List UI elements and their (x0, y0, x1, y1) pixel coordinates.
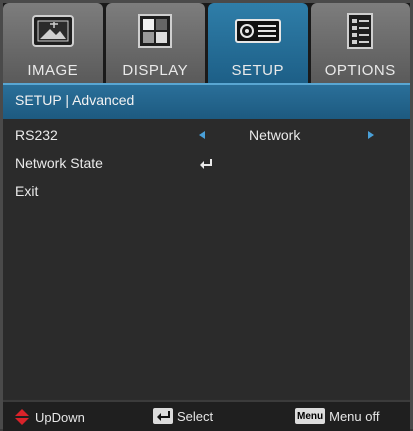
arrow-left-icon[interactable] (199, 131, 205, 139)
settings-list: RS232 Network Network State Exit (3, 119, 410, 399)
tab-options[interactable]: OPTIONS (310, 3, 410, 83)
image-icon (29, 11, 77, 51)
menu-title-bar: SETUP | Advanced (3, 83, 410, 119)
menu-key-icon: Menu (295, 408, 326, 424)
setting-value-rs232: Network (249, 127, 301, 143)
projector-icon (234, 11, 282, 51)
display-icon (131, 11, 179, 51)
updown-icon (15, 409, 29, 425)
tab-display-label: DISPLAY (122, 62, 189, 79)
tab-setup-label: SETUP (231, 62, 284, 79)
tab-setup[interactable]: SETUP (208, 3, 308, 83)
tab-image-label: IMAGE (27, 62, 79, 79)
page-title: SETUP | Advanced (15, 92, 135, 108)
hint-updown-label: UpDown (35, 409, 85, 425)
hint-menu-label: Menu off (329, 408, 380, 424)
hint-select-label: Select (177, 408, 214, 424)
hint-updown: UpDown (13, 408, 85, 426)
enter-key-icon (153, 408, 173, 424)
options-icon (336, 11, 384, 51)
setting-label-exit: Exit (15, 183, 39, 199)
arrow-right-icon[interactable] (368, 131, 374, 139)
tab-display[interactable]: DISPLAY (105, 3, 205, 83)
enter-icon[interactable] (199, 157, 213, 169)
setting-label-rs232: RS232 (15, 127, 58, 143)
osd-menu: IMAGE DISPLAY SETUP OPTIONS SETUP | Adva… (0, 0, 413, 431)
footer-hints: UpDown Select Menu Menu off (3, 400, 410, 431)
hint-menu: Menu Menu off (295, 408, 379, 424)
tab-image[interactable]: IMAGE (3, 3, 103, 83)
hint-select: Select (153, 408, 213, 424)
setting-row-rs232[interactable]: RS232 Network (3, 121, 410, 149)
setting-row-exit[interactable]: Exit (3, 177, 410, 205)
setting-label-network-state: Network State (15, 155, 103, 171)
tab-bar: IMAGE DISPLAY SETUP OPTIONS (3, 3, 410, 83)
setting-row-network-state[interactable]: Network State (3, 149, 410, 177)
tab-options-label: OPTIONS (324, 62, 396, 79)
